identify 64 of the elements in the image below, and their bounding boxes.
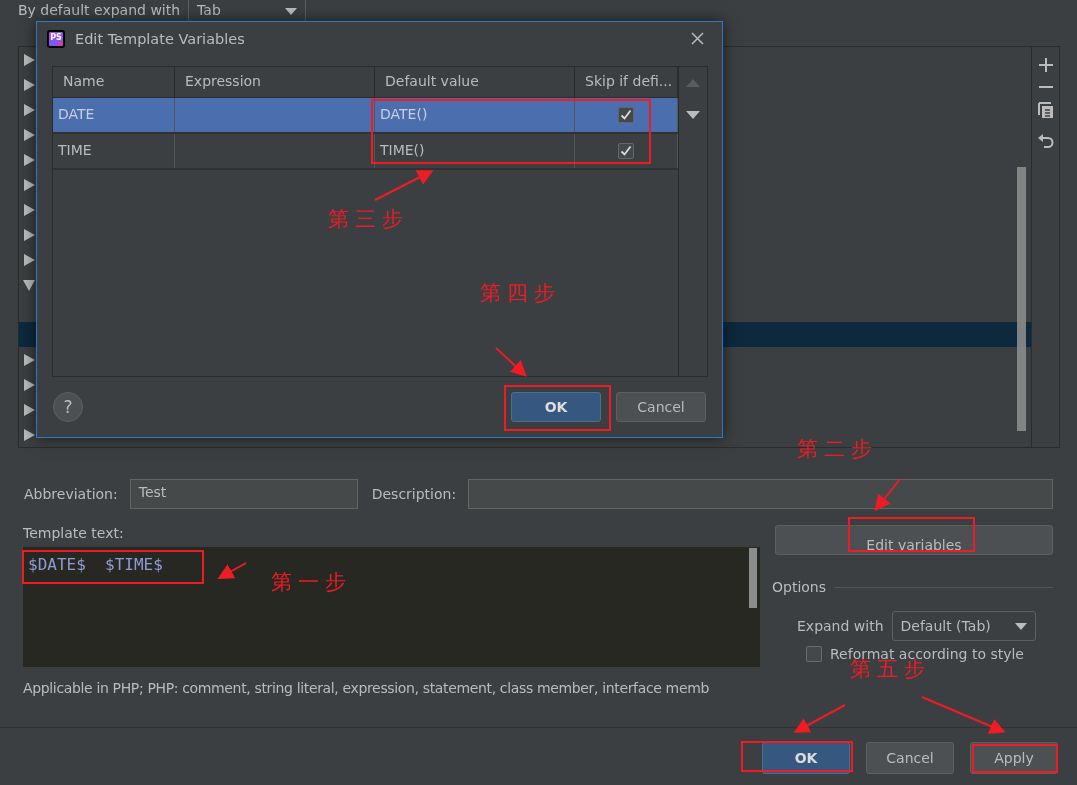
collapsed-triangle-icon[interactable] [23,128,35,141]
collapsed-triangle-icon[interactable] [23,353,35,366]
collapsed-triangle-icon[interactable] [23,428,35,441]
app-logo-icon: PS [47,30,65,48]
copy-icon[interactable] [1037,102,1054,119]
table-cell: TIME() [375,134,575,168]
close-icon[interactable] [691,32,704,46]
scrollbar[interactable] [1017,167,1026,431]
skip-checkbox[interactable] [618,107,634,123]
table-cell: DATE [53,98,175,132]
caret-icon [285,8,298,15]
dialog-title: Edit Template Variables [75,31,246,47]
column-header[interactable]: Default value [375,67,575,97]
abbreviation-field[interactable]: Test [129,479,358,509]
collapsed-triangle-icon[interactable] [23,153,35,166]
table-cell: TIME [53,134,175,168]
skip-checkbox[interactable] [618,143,634,159]
reformat-checkbox[interactable] [806,646,822,662]
collapsed-triangle-icon[interactable] [23,403,35,416]
ok-button[interactable]: OK [511,391,601,422]
expand-with-label: Expand with [797,618,884,634]
template-code: $DATE$ $TIME$ [28,555,163,574]
column-header[interactable]: Name [53,67,175,97]
undo-icon[interactable] [1037,133,1054,150]
setting-label: By default expand with [18,1,181,19]
annotation-arrow [495,347,527,377]
step-annotation: 第三步 [328,206,409,233]
annotation-arrow [374,170,434,201]
collapsed-triangle-icon[interactable] [23,253,35,266]
expanded-triangle-icon[interactable] [23,278,35,291]
expand-dropdown[interactable]: Tab [188,0,307,22]
cancel-button[interactable]: Cancel [616,391,706,422]
step-annotation: 第二步 [797,436,878,463]
description-field[interactable] [468,479,1053,509]
scrollbar[interactable] [749,548,757,608]
annotation-arrow [217,562,247,579]
add-icon[interactable] [1038,58,1053,72]
move-down-icon[interactable] [686,111,700,119]
annotation-arrow [793,704,846,733]
annotation-arrow [874,478,901,512]
collapsed-triangle-icon[interactable] [23,378,35,391]
expand-with-dropdown[interactable]: Default (Tab) [891,611,1036,641]
collapsed-triangle-icon[interactable] [23,178,35,191]
table-cell: DATE() [375,98,575,132]
applicable-contexts-text: Applicable in PHP; PHP: comment, string literal, expression, statement, class member, interface memb [23,680,710,696]
table-row[interactable]: TIME TIME() [53,134,678,170]
dialog-button[interactable]: Cancel [866,742,954,774]
collapsed-triangle-icon[interactable] [23,203,35,216]
step-annotation: 第四步 [480,280,561,307]
step-annotation: 第一步 [271,569,352,596]
abbreviation-label: Abbreviation: [24,486,118,502]
options-heading: Options [772,579,827,595]
collapsed-triangle-icon[interactable] [23,78,35,91]
collapsed-triangle-icon[interactable] [23,228,35,241]
collapsed-triangle-icon[interactable] [23,103,35,116]
column-header[interactable]: Skip if defi... [575,67,678,97]
help-button[interactable]: ? [53,391,83,422]
template-text-label: Template text: [23,525,125,541]
description-label: Description: [371,486,457,502]
table-row[interactable]: DATE DATE() [53,98,678,134]
edit-variables-button[interactable]: Edit variables [775,525,1053,555]
collapsed-triangle-icon[interactable] [23,53,35,66]
caret-icon [1014,622,1027,630]
column-header[interactable]: Expression [175,67,375,97]
